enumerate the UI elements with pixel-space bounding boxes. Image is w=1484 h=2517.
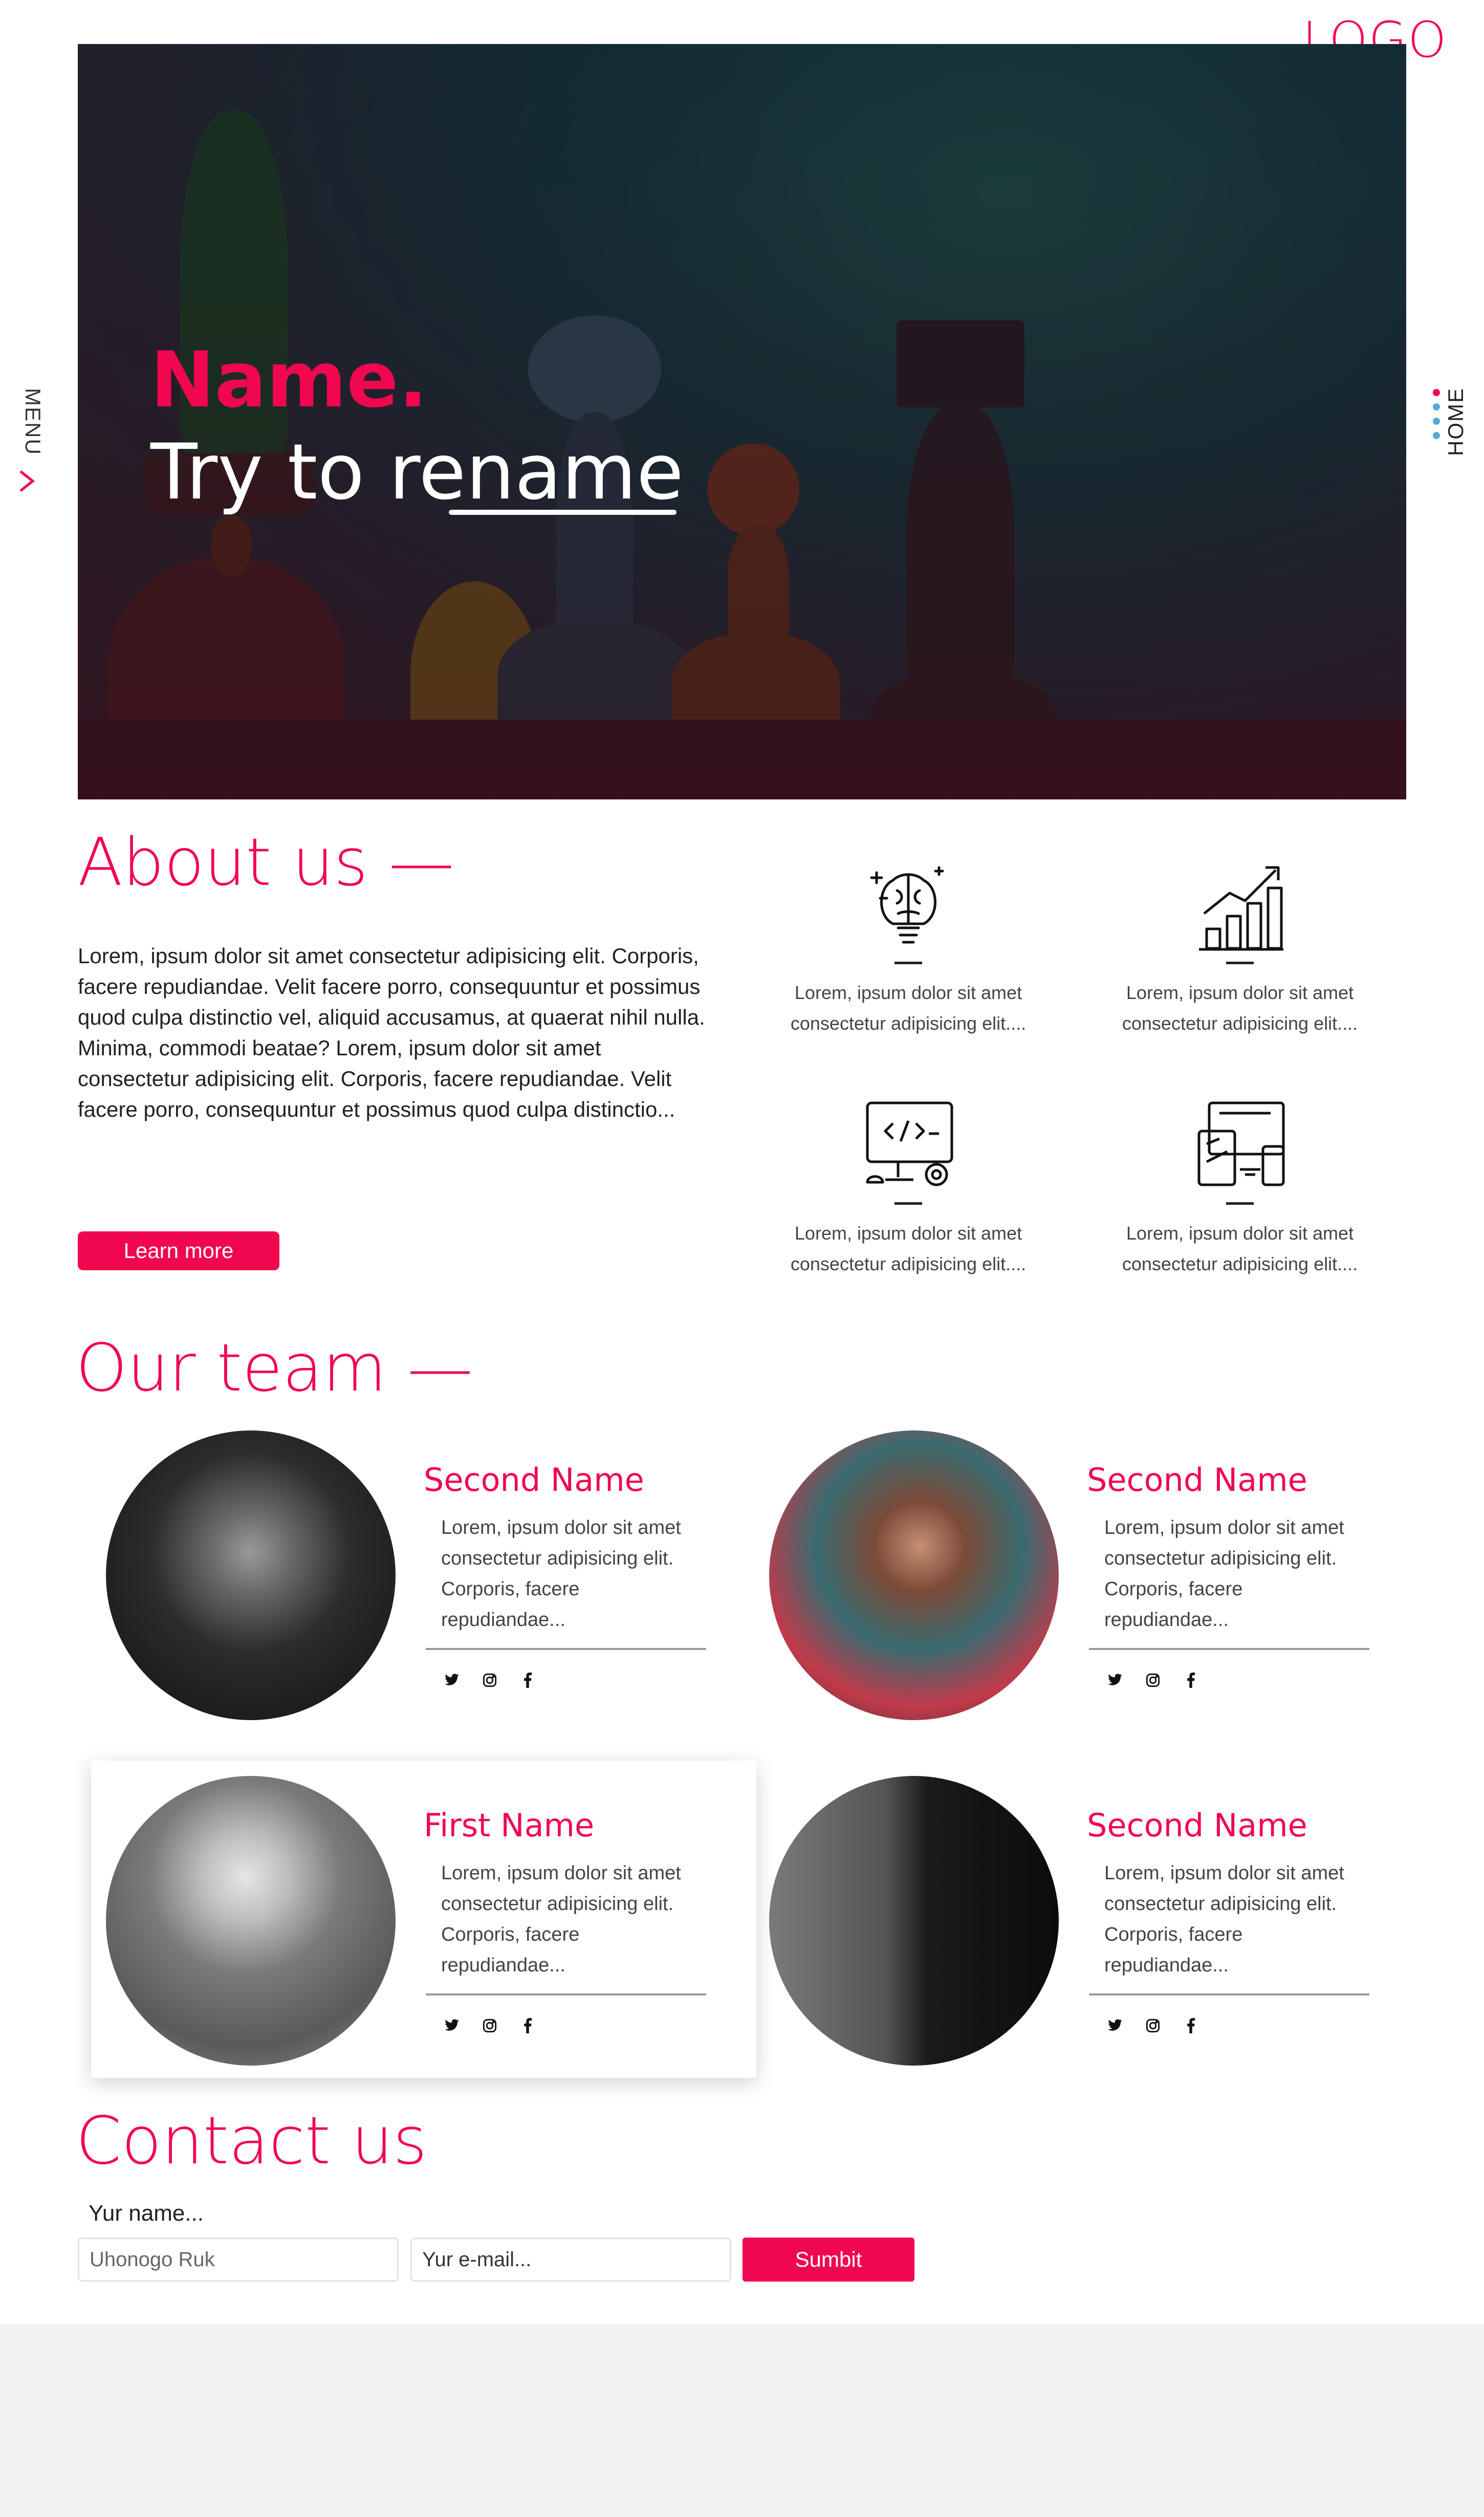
member-bio: Lorem, ipsum dolor sit amet consectetur … [1104,1862,1344,1976]
member-divider [1089,1648,1369,1650]
submit-button[interactable]: Sumbit [743,2238,914,2282]
team-heading: Our team — [76,1330,473,1406]
devices-icon [1189,1093,1291,1195]
hero-banner: Name. Try to rename [78,44,1406,799]
page-dots [1433,389,1440,446]
instagram-icon[interactable] [482,2018,497,2033]
brain-bulb-icon [857,852,959,954]
menu-label: MENU [21,388,45,455]
growth-chart-icon [1189,852,1291,954]
avatar [769,1776,1059,2066]
team-member-card: Second Name Lorem, ipsum dolor sit amet … [91,1428,756,1745]
name-field-label: Yur name... [89,2201,204,2226]
feature-item: Lorem, ipsum dolor sit amet consectetur … [1097,852,1383,1039]
member-bio: Lorem, ipsum dolor sit amet consectetur … [1104,1517,1344,1631]
member-divider [426,1648,706,1650]
page-dot[interactable] [1433,432,1440,439]
instagram-icon[interactable] [1145,1673,1161,1688]
feature-item: Lorem, ipsum dolor sit amet consectetur … [765,1093,1052,1279]
feature-text: Lorem, ipsum dolor sit amet consectetur … [1122,1223,1358,1274]
about-paragraph: Lorem, ipsum dolor sit amet consectetur … [78,944,705,1121]
page: LOGO MENU HOME Name. Try to rename About… [0,0,1484,2324]
page-dot[interactable] [1433,403,1440,410]
feature-divider [1226,962,1254,964]
hero-subtitle: Try to rename [150,428,684,517]
feature-item: Lorem, ipsum dolor sit amet consectetur … [1097,1093,1383,1279]
footer-area [0,2324,1484,2517]
twitter-icon[interactable] [444,2018,460,2033]
name-field[interactable]: Uhonogo Ruk [78,2238,399,2282]
feature-text: Lorem, ipsum dolor sit amet consectetur … [1122,982,1358,1034]
avatar [769,1430,1059,1720]
menu-toggle[interactable]: MENU [7,363,45,492]
team-member-card: Second Name Lorem, ipsum dolor sit amet … [754,1428,1420,1745]
facebook-icon[interactable] [1183,1673,1198,1688]
member-divider [1089,1993,1369,1995]
avatar [106,1430,396,1720]
facebook-icon[interactable] [520,1673,535,1688]
feature-divider [894,1202,922,1205]
about-heading: About us — [78,824,454,901]
member-bio: Lorem, ipsum dolor sit amet consectetur … [441,1517,681,1631]
team-member-card: Second Name Lorem, ipsum dolor sit amet … [754,1761,1420,2078]
social-links [444,2018,535,2033]
facebook-icon[interactable] [520,2018,535,2033]
member-name: Second Name [1087,1461,1307,1499]
instagram-icon[interactable] [482,1673,497,1688]
member-name: Second Name [1087,1807,1307,1844]
hero-title: Name. [150,336,428,425]
feature-text: Lorem, ipsum dolor sit amet consectetur … [790,982,1027,1034]
avatar [106,1776,396,2066]
learn-more-button[interactable]: Learn more [78,1231,279,1270]
page-dot[interactable] [1433,418,1440,425]
page-indicator[interactable]: HOME [1423,379,1474,471]
social-links [444,1673,535,1688]
social-links [1107,1673,1198,1688]
feature-item: Lorem, ipsum dolor sit amet consectetur … [765,852,1052,1039]
social-links [1107,2018,1198,2033]
team-member-card-active[interactable]: First Name Lorem, ipsum dolor sit amet c… [91,1761,756,2078]
twitter-icon[interactable] [444,1673,460,1688]
twitter-icon[interactable] [1107,2018,1123,2033]
code-monitor-icon [857,1093,959,1195]
home-label: HOME [1444,387,1468,456]
feature-divider [894,962,922,964]
contact-heading: Contact us [76,2103,427,2179]
feature-text: Lorem, ipsum dolor sit amet consectetur … [790,1223,1027,1274]
member-name: First Name [424,1807,595,1844]
hero-underline [449,510,676,515]
instagram-icon[interactable] [1145,2018,1161,2033]
chevron-down-icon [18,468,36,498]
facebook-icon[interactable] [1183,2018,1198,2033]
member-name: Second Name [424,1461,644,1499]
email-field[interactable]: Yur e-mail... [410,2238,731,2282]
member-bio: Lorem, ipsum dolor sit amet consectetur … [441,1862,681,1976]
member-divider [426,1993,706,1995]
feature-divider [1226,1202,1254,1205]
page-dot-active[interactable] [1433,389,1440,396]
twitter-icon[interactable] [1107,1673,1123,1688]
